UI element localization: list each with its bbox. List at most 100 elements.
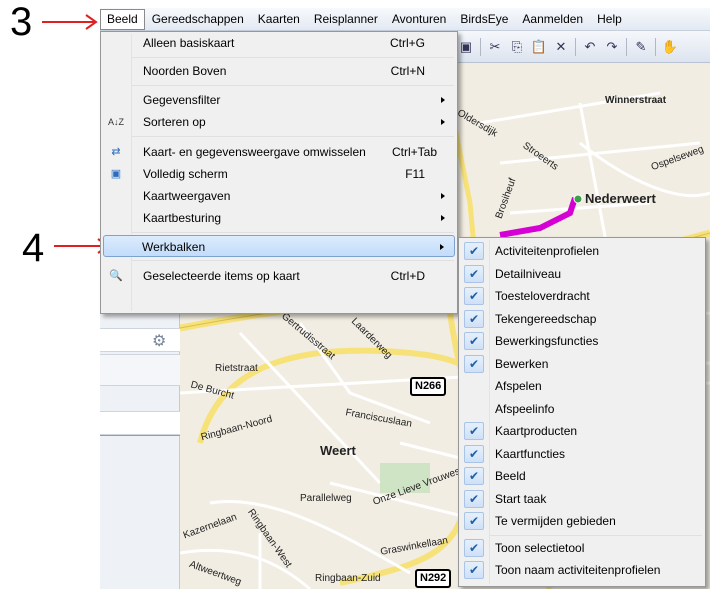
menu-item-kaartweergaven[interactable]: Kaartweergaven — [103, 185, 455, 207]
menu-item-kaartbesturing[interactable]: Kaartbesturing — [103, 207, 455, 229]
left-panel-block — [100, 328, 180, 352]
menu-item-kaart-gegevensweergave-omwisselen[interactable]: ⇄ Kaart- en gegevensweergave omwisselen … — [103, 141, 455, 163]
menu-beeld[interactable]: Beeld — [100, 8, 145, 30]
toolbar: ▣ ✂ ⎘ 📋 ✕ ↶ ↷ ✎ ✋ — [452, 31, 710, 63]
checkmark-icon: ✔ — [464, 422, 484, 440]
menu-item-shortcut: F11 — [405, 167, 425, 181]
left-panel-block — [100, 411, 180, 435]
submenu-item-label: Toon naam activiteitenprofielen — [495, 563, 661, 577]
cut-icon[interactable]: ✂ — [487, 39, 503, 55]
menu-item-sorteren-op[interactable]: A↓Z Sorteren op — [103, 111, 455, 133]
checkmark-icon: ✔ — [464, 561, 484, 579]
menu-item-label: Werkbalken — [142, 240, 206, 254]
submenu-item[interactable]: Afspeelinfo — [461, 398, 703, 420]
left-panel-row[interactable] — [100, 435, 180, 436]
submenu-item[interactable]: ✔ Toesteloverdracht — [461, 285, 703, 307]
menu-help[interactable]: Help — [590, 9, 629, 30]
toolbar-separator — [480, 37, 481, 56]
submenu-arrow-icon — [441, 215, 445, 221]
menu-item-werkbalken[interactable]: Werkbalken — [103, 235, 455, 257]
menu-aanmelden[interactable]: Aanmelden — [515, 9, 590, 30]
menu-item-noorden-boven[interactable]: Noorden Boven Ctrl+N — [103, 60, 455, 82]
menu-item-label: Geselecteerde items op kaart — [143, 269, 300, 283]
menu-item-label: Kaartweergaven — [143, 189, 231, 203]
delete-icon[interactable]: ✕ — [553, 39, 569, 55]
submenu-item[interactable]: ✔ Toon selectietool — [461, 537, 703, 559]
menu-separator — [132, 260, 454, 261]
left-panel-block — [100, 354, 180, 386]
menu-bar: Beeld Gereedschappen Kaarten Reisplanner… — [100, 8, 710, 31]
submenu-item-label: Toesteloverdracht — [495, 289, 590, 303]
map-label: Parallelweg — [300, 493, 352, 504]
draw-route-icon[interactable]: ✎ — [633, 39, 649, 55]
sort-az-icon: A↓Z — [108, 117, 125, 127]
menu-birdseye[interactable]: BirdsEye — [453, 9, 515, 30]
menu-item-shortcut: Ctrl+D — [390, 269, 425, 283]
submenu-item[interactable]: ✔ Tekengereedschap — [461, 308, 703, 330]
map-label: Ringbaan-Zuid — [315, 573, 381, 584]
checkmark-icon: ✔ — [464, 264, 484, 283]
checkmark-icon: ✔ — [464, 512, 484, 530]
map-label: Nederweert — [585, 191, 656, 206]
map-label: Rietstraat — [215, 363, 258, 374]
toolbar-separator — [655, 37, 656, 56]
menu-item-volledig-scherm[interactable]: ▣ Volledig scherm F11 — [103, 163, 455, 185]
submenu-item-label: Activiteitenprofielen — [495, 244, 600, 258]
submenu-item[interactable]: ✔ Detailniveau — [461, 263, 703, 285]
submenu-arrow-icon — [441, 119, 445, 125]
menu-item-label: Volledig scherm — [143, 167, 228, 181]
menu-kaarten[interactable]: Kaarten — [251, 9, 307, 30]
checkmark-icon: ✔ — [464, 467, 484, 485]
menu-separator — [132, 136, 454, 137]
undo-icon[interactable]: ↶ — [582, 39, 598, 55]
submenu-item-label: Detailniveau — [495, 266, 562, 281]
submenu-item[interactable]: ✔ Activiteitenprofielen — [461, 240, 703, 262]
map-select-icon: 🔍 — [109, 270, 123, 282]
submenu-item[interactable]: ✔ Te vermijden gebieden — [461, 510, 703, 532]
menu-item-gegevensfilter[interactable]: Gegevensfilter — [103, 89, 455, 111]
menu-avonturen[interactable]: Avonturen — [385, 9, 454, 30]
checkmark-icon: ✔ — [464, 444, 484, 463]
fullscreen-icon: ▣ — [110, 168, 122, 180]
submenu-item-label: Afspelen — [495, 379, 542, 393]
menu-gereedschappen[interactable]: Gereedschappen — [145, 9, 251, 30]
submenu-item-label: Kaartproducten — [495, 424, 578, 438]
menu-item-alleen-basiskaart[interactable]: Alleen basiskaart Ctrl+G — [103, 32, 455, 54]
menu-item-shortcut: Ctrl+G — [389, 36, 425, 50]
hand-pan-icon[interactable]: ✋ — [662, 39, 678, 55]
menu-reisplanner[interactable]: Reisplanner — [307, 9, 385, 30]
menu-item-label: Kaart- en gegevensweergave omwisselen — [143, 145, 366, 159]
submenu-item[interactable]: Afspelen — [461, 375, 703, 397]
menu-item-geselecteerde-items-op-kaart[interactable]: 🔍 Geselecteerde items op kaart Ctrl+D — [103, 265, 455, 287]
submenu-item[interactable]: ✔ Beeld — [461, 465, 703, 487]
menu-item-shortcut: Ctrl+Tab — [391, 145, 437, 159]
map-label: Weert — [320, 443, 356, 458]
annotation-arrow-3 — [42, 14, 98, 30]
map-label: Winnerstraat — [605, 95, 667, 106]
menu-item-label: Gegevensfilter — [143, 93, 221, 107]
menu-separator — [490, 534, 702, 536]
submenu-item[interactable]: ✔ Bewerken — [461, 353, 703, 375]
paste-icon[interactable]: 📋 — [531, 39, 547, 55]
menu-item-label: Kaartbesturing — [143, 211, 222, 225]
submenu-item[interactable]: ✔ Start taak — [461, 488, 703, 510]
beeld-dropdown-menu: Alleen basiskaart Ctrl+G Noorden Boven C… — [100, 31, 458, 314]
checkmark-icon: ✔ — [464, 242, 484, 260]
submenu-item[interactable]: ✔ Bewerkingsfuncties — [461, 330, 703, 352]
submenu-item-label: Bewerken — [495, 356, 549, 371]
copy-icon[interactable]: ⎘ — [509, 39, 525, 55]
menu-separator — [132, 57, 454, 58]
submenu-arrow-icon — [440, 244, 444, 250]
submenu-item-label: Afspeelinfo — [495, 401, 555, 416]
menu-item-label: Alleen basiskaart — [143, 36, 235, 50]
submenu-item[interactable]: ✔ Kaartproducten — [461, 420, 703, 442]
annotation-number-3: 3 — [10, 0, 33, 44]
submenu-item[interactable]: ✔ Toon naam activiteitenprofielen — [461, 559, 703, 581]
submenu-item-label: Beeld — [495, 469, 526, 483]
device-icon[interactable]: ▣ — [458, 39, 474, 55]
gear-icon[interactable]: ⚙ — [152, 331, 166, 351]
redo-icon[interactable]: ↷ — [604, 39, 620, 55]
submenu-item[interactable]: ✔ Kaartfuncties — [461, 443, 703, 465]
annotation-number-4: 4 — [22, 226, 45, 270]
toolbar-separator — [626, 37, 627, 56]
